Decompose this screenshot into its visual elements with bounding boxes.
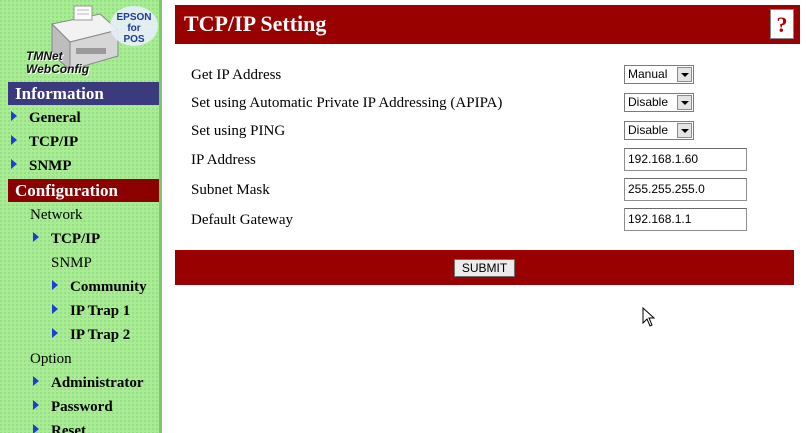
get-ip-address-label: Get IP Address (191, 67, 282, 83)
sidebar-item-administrator[interactable]: Administrator (33, 374, 144, 392)
sidebar-item-label: IP Trap 1 (70, 303, 131, 319)
help-icon[interactable]: ? (770, 9, 794, 39)
sidebar-item-label: TCP/IP (51, 231, 101, 247)
ip-address-label: IP Address (191, 152, 256, 168)
arrow-right-icon (33, 400, 39, 410)
arrow-right-icon (11, 135, 17, 145)
page-title-bar: TCP/IP Setting ? (175, 5, 800, 44)
tmnet-webconfig-logo: EPSON for POS TMNet WebConfig (22, 4, 158, 82)
sidebar-item-label: Community (70, 279, 147, 295)
sidebar-item-community[interactable]: Community (52, 278, 147, 296)
subnet-mask-field[interactable]: 255.255.255.0 (624, 178, 747, 201)
network-group-label: Network (30, 207, 83, 223)
sidebar: EPSON for POS TMNet WebConfig Informatio… (0, 0, 159, 433)
arrow-right-icon (11, 111, 17, 121)
sidebar-item-label: Administrator (51, 375, 144, 391)
apipa-label: Set using Automatic Private IP Addressin… (191, 95, 503, 111)
get-ip-address-value: Manual (628, 67, 668, 81)
sidebar-divider (159, 0, 162, 433)
arrow-right-icon (11, 159, 17, 169)
sidebar-item-label: Reset (51, 423, 86, 433)
arrow-right-icon (52, 280, 58, 290)
snmp-group-label: SNMP (51, 255, 92, 271)
get-ip-address-select[interactable]: Manual (624, 65, 694, 84)
mouse-pointer-icon (642, 307, 656, 327)
sidebar-item-label: Password (51, 399, 113, 415)
brand-line: POS (123, 34, 145, 45)
sidebar-item-ip-trap-2[interactable]: IP Trap 2 (52, 326, 130, 344)
ping-value: Disable (628, 123, 669, 137)
configuration-section-header: Configuration (8, 179, 159, 202)
option-group-label: Option (30, 351, 72, 367)
sidebar-item-ip-trap-1[interactable]: IP Trap 1 (52, 302, 130, 320)
sidebar-item-tcpip-config[interactable]: TCP/IP (33, 230, 100, 248)
sidebar-item-label: SNMP (29, 158, 72, 174)
product-name: TMNet WebConfig (26, 50, 89, 76)
default-gateway-label: Default Gateway (191, 212, 294, 228)
sidebar-item-label: TCP/IP (29, 134, 79, 150)
sidebar-item-snmp-info[interactable]: SNMP (11, 157, 72, 175)
ip-address-field[interactable]: 192.168.1.60 (624, 148, 747, 171)
sidebar-item-label: IP Trap 2 (70, 327, 131, 343)
apipa-value: Disable (628, 95, 669, 109)
sidebar-item-tcpip-info[interactable]: TCP/IP (11, 133, 78, 151)
brand-line: EPSON (116, 12, 152, 23)
arrow-right-icon (33, 376, 39, 386)
product-line: WebConfig (26, 62, 90, 76)
brand-text: EPSON for POS (110, 12, 158, 45)
chevron-down-icon[interactable] (677, 123, 692, 138)
brand-line: for (127, 23, 141, 34)
arrow-right-icon (33, 232, 39, 242)
information-section-header: Information (8, 82, 159, 105)
submit-button[interactable]: SUBMIT (454, 259, 515, 277)
chevron-down-icon[interactable] (677, 67, 692, 82)
page-title: TCP/IP Setting (184, 11, 327, 36)
arrow-right-icon (52, 304, 58, 314)
sidebar-item-password[interactable]: Password (33, 398, 113, 416)
chevron-down-icon[interactable] (677, 95, 692, 110)
arrow-right-icon (33, 424, 39, 433)
sidebar-item-general[interactable]: General (11, 109, 81, 127)
default-gateway-field[interactable]: 192.168.1.1 (624, 208, 747, 231)
ping-label: Set using PING (191, 123, 286, 139)
submit-bar: SUBMIT (175, 250, 794, 285)
apipa-select[interactable]: Disable (624, 93, 694, 112)
arrow-right-icon (52, 328, 58, 338)
sidebar-item-label: General (29, 110, 81, 126)
ping-select[interactable]: Disable (624, 121, 694, 140)
sidebar-item-reset[interactable]: Reset (33, 422, 86, 433)
subnet-mask-label: Subnet Mask (191, 182, 270, 198)
